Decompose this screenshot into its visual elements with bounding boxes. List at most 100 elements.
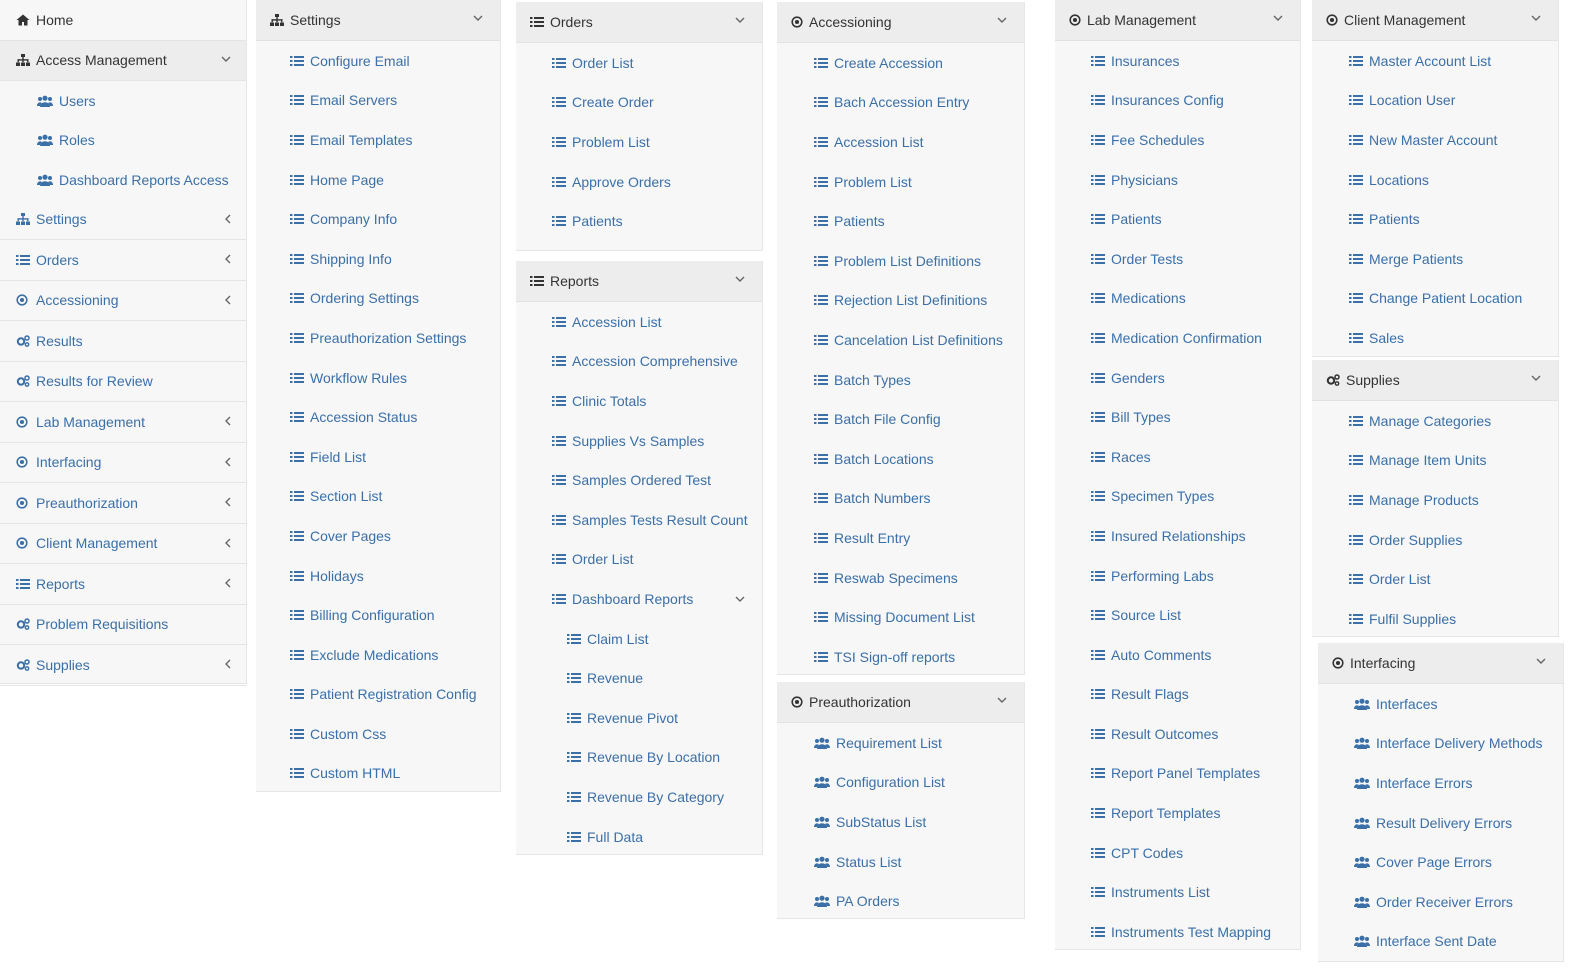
supplies-header[interactable]: Supplies: [1312, 360, 1558, 401]
menu-item-shipping-info[interactable]: Shipping Info: [256, 239, 500, 279]
menu-item-configure-email[interactable]: Configure Email: [256, 41, 500, 81]
menu-item-company-info[interactable]: Company Info: [256, 199, 500, 239]
menu-item-home-page[interactable]: Home Page: [256, 160, 500, 200]
menu-item-missing-document-list[interactable]: Missing Document List: [777, 597, 1024, 637]
menu-item-new-master-account[interactable]: New Master Account: [1312, 120, 1558, 160]
menu-item-manage-categories[interactable]: Manage Categories: [1312, 401, 1558, 441]
menu-item-performing-labs[interactable]: Performing Labs: [1055, 556, 1300, 596]
menu-item-order-supplies[interactable]: Order Supplies: [1312, 520, 1558, 560]
sidebar-subitem-users[interactable]: Users: [0, 81, 246, 121]
sidebar-item-lab-management[interactable]: Lab Management: [0, 402, 246, 443]
menu-item-interface-sent-date[interactable]: Interface Sent Date: [1318, 922, 1563, 962]
menu-item-accession-list[interactable]: Accession List: [777, 122, 1024, 162]
menu-item-merge-patients[interactable]: Merge Patients: [1312, 239, 1558, 279]
menu-item-instruments-list[interactable]: Instruments List: [1055, 872, 1300, 912]
menu-item-custom-html[interactable]: Custom HTML: [256, 754, 500, 794]
menu-item-patient-registration-config[interactable]: Patient Registration Config: [256, 675, 500, 715]
sidebar-item-client-management[interactable]: Client Management: [0, 524, 246, 564]
menu-item-interface-delivery-methods[interactable]: Interface Delivery Methods: [1318, 724, 1563, 764]
menu-item-cancelation-list-definitions[interactable]: Cancelation List Definitions: [777, 320, 1024, 360]
menu-item-manage-products[interactable]: Manage Products: [1312, 480, 1558, 520]
menu-item-order-list[interactable]: Order List: [516, 540, 762, 580]
settings-header[interactable]: Settings: [256, 0, 500, 41]
sidebar-item-interfacing[interactable]: Interfacing: [0, 443, 246, 483]
menu-item-ordering-settings[interactable]: Ordering Settings: [256, 279, 500, 319]
menu-item-dashboard-reports[interactable]: Dashboard Reports: [516, 579, 762, 619]
menu-item-instruments-test-mapping[interactable]: Instruments Test Mapping: [1055, 912, 1300, 952]
lab-management-header[interactable]: Lab Management: [1055, 0, 1300, 41]
sidebar-item-accessioning[interactable]: Accessioning: [0, 281, 246, 321]
menu-item-accession-list[interactable]: Accession List: [516, 302, 762, 342]
menu-item-change-patient-location[interactable]: Change Patient Location: [1312, 279, 1558, 319]
menu-item-cover-page-errors[interactable]: Cover Page Errors: [1318, 842, 1563, 882]
menu-item-auto-comments[interactable]: Auto Comments: [1055, 635, 1300, 675]
menu-item-insurances-config[interactable]: Insurances Config: [1055, 81, 1300, 121]
menu-item-insured-relationships[interactable]: Insured Relationships: [1055, 516, 1300, 556]
sidebar-item-problem-requisitions[interactable]: Problem Requisitions: [0, 605, 246, 645]
interfacing-header[interactable]: Interfacing: [1318, 643, 1563, 684]
menu-item-report-panel-templates[interactable]: Report Panel Templates: [1055, 754, 1300, 794]
menu-item-workflow-rules[interactable]: Workflow Rules: [256, 358, 500, 398]
menu-item-billing-configuration[interactable]: Billing Configuration: [256, 595, 500, 635]
menu-item-create-order[interactable]: Create Order: [516, 83, 762, 123]
menu-item-cover-pages[interactable]: Cover Pages: [256, 516, 500, 556]
menu-item-full-data[interactable]: Full Data: [516, 817, 762, 857]
menu-item-accession-status[interactable]: Accession Status: [256, 397, 500, 437]
menu-item-batch-types[interactable]: Batch Types: [777, 360, 1024, 400]
menu-item-medication-confirmation[interactable]: Medication Confirmation: [1055, 318, 1300, 358]
menu-item-field-list[interactable]: Field List: [256, 437, 500, 477]
menu-item-interface-errors[interactable]: Interface Errors: [1318, 763, 1563, 803]
sidebar-item-reports[interactable]: Reports: [0, 564, 246, 605]
menu-item-batch-numbers[interactable]: Batch Numbers: [777, 479, 1024, 519]
menu-item-bill-types[interactable]: Bill Types: [1055, 397, 1300, 437]
sidebar-item-results[interactable]: Results: [0, 321, 246, 362]
client-management-header[interactable]: Client Management: [1312, 0, 1558, 41]
menu-item-locations[interactable]: Locations: [1312, 160, 1558, 200]
menu-item-result-entry[interactable]: Result Entry: [777, 518, 1024, 558]
menu-item-master-account-list[interactable]: Master Account List: [1312, 41, 1558, 81]
menu-item-section-list[interactable]: Section List: [256, 477, 500, 517]
menu-item-medications[interactable]: Medications: [1055, 279, 1300, 319]
menu-item-source-list[interactable]: Source List: [1055, 595, 1300, 635]
sidebar-item-settings[interactable]: Settings: [0, 200, 246, 240]
menu-item-accession-comprehensive[interactable]: Accession Comprehensive: [516, 342, 762, 382]
menu-item-configuration-list[interactable]: Configuration List: [777, 763, 1024, 803]
menu-item-order-list[interactable]: Order List: [516, 43, 762, 83]
sidebar-item-supplies[interactable]: Supplies: [0, 645, 246, 686]
menu-item-races[interactable]: Races: [1055, 437, 1300, 477]
menu-item-patients[interactable]: Patients: [1055, 199, 1300, 239]
menu-item-problem-list[interactable]: Problem List: [777, 162, 1024, 202]
menu-item-revenue-by-location[interactable]: Revenue By Location: [516, 738, 762, 778]
sidebar-item-results-for-review[interactable]: Results for Review: [0, 362, 246, 402]
menu-item-physicians[interactable]: Physicians: [1055, 160, 1300, 200]
menu-item-rejection-list-definitions[interactable]: Rejection List Definitions: [777, 281, 1024, 321]
menu-item-email-templates[interactable]: Email Templates: [256, 120, 500, 160]
menu-item-exclude-medications[interactable]: Exclude Medications: [256, 635, 500, 675]
menu-item-patients[interactable]: Patients: [516, 201, 762, 241]
menu-item-order-list[interactable]: Order List: [1312, 559, 1558, 599]
menu-item-interfaces[interactable]: Interfaces: [1318, 684, 1563, 724]
menu-item-result-flags[interactable]: Result Flags: [1055, 675, 1300, 715]
menu-item-tsi-sign-off-reports[interactable]: TSI Sign-off reports: [777, 637, 1024, 677]
menu-item-supplies-vs-samples[interactable]: Supplies Vs Samples: [516, 421, 762, 461]
sidebar-subitem-roles[interactable]: Roles: [0, 121, 246, 161]
menu-item-fulfil-supplies[interactable]: Fulfil Supplies: [1312, 599, 1558, 639]
menu-item-claim-list[interactable]: Claim List: [516, 619, 762, 659]
menu-item-samples-tests-result-count[interactable]: Samples Tests Result Count: [516, 500, 762, 540]
menu-item-order-tests[interactable]: Order Tests: [1055, 239, 1300, 279]
menu-item-approve-orders[interactable]: Approve Orders: [516, 162, 762, 202]
menu-item-genders[interactable]: Genders: [1055, 358, 1300, 398]
menu-item-custom-css[interactable]: Custom Css: [256, 714, 500, 754]
menu-item-status-list[interactable]: Status List: [777, 842, 1024, 882]
menu-item-cpt-codes[interactable]: CPT Codes: [1055, 833, 1300, 873]
accessioning-header[interactable]: Accessioning: [777, 2, 1024, 43]
sidebar-item-preauthorization[interactable]: Preauthorization: [0, 483, 246, 524]
menu-item-fee-schedules[interactable]: Fee Schedules: [1055, 120, 1300, 160]
menu-item-samples-ordered-test[interactable]: Samples Ordered Test: [516, 460, 762, 500]
menu-item-create-accession[interactable]: Create Accession: [777, 43, 1024, 83]
menu-item-patients[interactable]: Patients: [1312, 199, 1558, 239]
sidebar-item-access-management[interactable]: Access Management: [0, 40, 246, 81]
menu-item-order-receiver-errors[interactable]: Order Receiver Errors: [1318, 882, 1563, 922]
menu-item-batch-locations[interactable]: Batch Locations: [777, 439, 1024, 479]
menu-item-result-outcomes[interactable]: Result Outcomes: [1055, 714, 1300, 754]
